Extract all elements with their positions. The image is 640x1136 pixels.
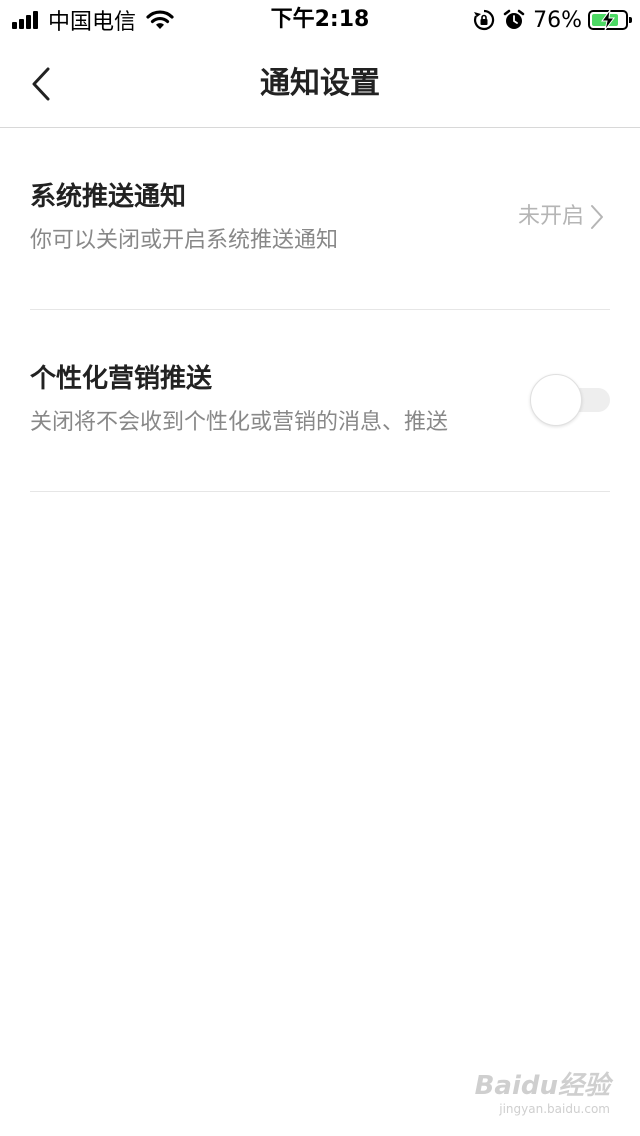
setting-title: 个性化营销推送 <box>30 364 213 394</box>
setting-description: 你可以关闭或开启系统推送通知 <box>30 228 339 253</box>
watermark-brand: Baidu经验 <box>474 1071 610 1101</box>
setting-description: 关闭将不会收到个性化或营销的消息、推送 <box>30 410 449 435</box>
page-title: 通知设置 <box>260 66 380 101</box>
chevron-right-icon <box>591 205 603 229</box>
status-bar: 中国电信 下午2:18 76% <box>0 0 640 40</box>
setting-title: 系统推送通知 <box>30 182 187 212</box>
nav-bar: 通知设置 <box>0 40 640 128</box>
status-right: 76% <box>473 6 632 34</box>
rotation-lock-icon <box>474 9 495 31</box>
watermark-url: jingyan.baidu.com <box>499 1102 610 1116</box>
alarm-icon <box>503 9 525 29</box>
battery-charging-icon <box>588 10 632 30</box>
battery-percent: 76% <box>533 7 582 33</box>
system-push-status-link[interactable]: 未开启 <box>518 202 604 232</box>
toggle-knob <box>530 374 582 426</box>
setting-row-personalized-push: 个性化营销推送 关闭将不会收到个性化或营销的消息、推送 <box>30 310 610 492</box>
watermark: Baidu经验 jingyan.baidu.com <box>475 1065 610 1116</box>
setting-value: 未开启 <box>517 204 584 229</box>
setting-row-system-push[interactable]: 系统推送通知 你可以关闭或开启系统推送通知 未开启 <box>30 128 610 310</box>
personalized-push-toggle[interactable] <box>530 374 610 426</box>
